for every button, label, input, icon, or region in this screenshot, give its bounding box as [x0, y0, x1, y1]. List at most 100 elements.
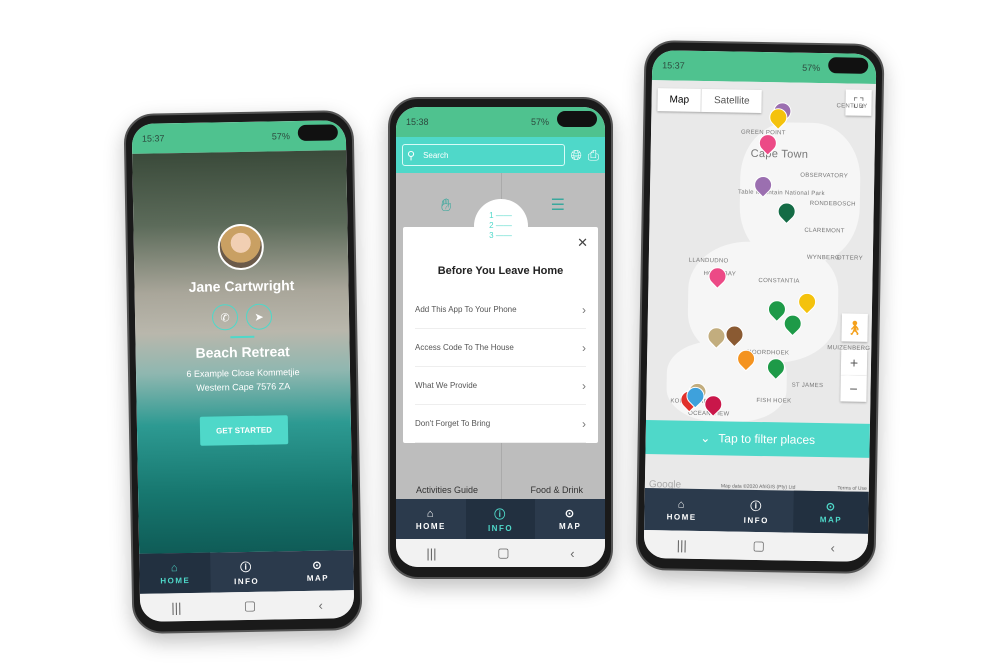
item-label: What We Provide: [415, 381, 478, 390]
camera: [828, 57, 869, 74]
item-label: Add This App To Your Phone: [415, 305, 517, 314]
recents-button[interactable]: |||: [426, 546, 436, 561]
filter-label: Tap to filter places: [718, 431, 816, 447]
item-label: Don't Forget To Bring: [415, 419, 491, 428]
divider: [230, 335, 255, 339]
phone-call-icon[interactable]: ✆: [211, 304, 239, 331]
nav-home[interactable]: ⌂ HOME: [396, 499, 466, 539]
send-icon[interactable]: ➤: [245, 303, 273, 330]
map-label: ST JAMES: [791, 382, 824, 390]
system-nav: ||| ▢ ‹: [396, 539, 605, 567]
list-item[interactable]: Don't Forget To Bring ›: [415, 405, 586, 443]
time: 15:37: [662, 60, 685, 71]
bottom-nav: ⌂ HOME ⓘ INFO ⊙ MAP: [644, 488, 869, 534]
map-pin-icon: ⊙: [825, 501, 837, 514]
recents-button[interactable]: |||: [171, 600, 181, 615]
map-label: LLANDUDNO: [688, 257, 729, 265]
top-bar: ⚲ Search 🌐︎ ⎙: [396, 137, 605, 173]
chevron-right-icon: ›: [582, 302, 586, 317]
nav-label: MAP: [306, 573, 330, 583]
nav-label: INFO: [743, 515, 769, 525]
info-icon: ⓘ: [750, 500, 763, 513]
zoom-out-button[interactable]: −: [840, 375, 867, 402]
zoom-in-button[interactable]: +: [840, 349, 868, 376]
search-icon: ⚲: [407, 149, 416, 162]
avatar: [217, 223, 265, 271]
map-label: CENTURY: [836, 103, 868, 110]
info-icon: ⓘ: [494, 508, 507, 521]
globe-icon[interactable]: 🌐︎: [571, 147, 582, 164]
map-type-toggle: Map Satellite: [657, 88, 762, 113]
street-view-icon[interactable]: 🚶︎: [841, 313, 868, 342]
list-item[interactable]: Add This App To Your Phone ›: [415, 291, 586, 329]
system-nav: ||| ▢ ‹: [139, 590, 355, 622]
map-label: WYNBERG: [806, 254, 841, 262]
nav-label: HOME: [160, 575, 191, 585]
map-label: FISH HOEK: [756, 397, 792, 405]
nav-map[interactable]: ⊙ MAP: [535, 499, 605, 539]
map-label: MUIZENBERG: [827, 345, 871, 352]
battery: 57%: [271, 131, 290, 142]
list-item[interactable]: What We Provide ›: [415, 367, 586, 405]
battery: 57%: [530, 117, 549, 127]
nav-info[interactable]: ⓘ INFO: [465, 499, 536, 539]
numbered-list-icon: 1 —— 2 —— 3 ——: [473, 199, 528, 253]
property-name: Beach Retreat: [195, 343, 290, 361]
nav-label: MAP: [819, 515, 843, 525]
nav-label: INFO: [487, 523, 514, 533]
nav-label: HOME: [415, 521, 446, 531]
nav-home[interactable]: ⌂ HOME: [139, 552, 212, 594]
home-icon: ⌂: [677, 498, 687, 511]
hero: Jane Cartwright ✆ ➤ Beach Retreat 6 Examp…: [132, 150, 354, 554]
home-button[interactable]: ▢: [244, 598, 257, 614]
info-icon: ⓘ: [240, 561, 253, 574]
bottom-nav: ⌂ HOME ⓘ INFO ⊙ MAP: [396, 499, 605, 539]
print-icon[interactable]: ⎙: [588, 147, 599, 164]
nav-map[interactable]: ⊙ MAP: [282, 550, 354, 591]
filter-places-button[interactable]: ⌄ Tap to filter places: [645, 420, 870, 458]
bottom-nav: ⌂ HOME ⓘ INFO ⊙ MAP: [139, 550, 354, 594]
map-label: OTTERY: [836, 255, 863, 262]
phone-map: 15:37 57% Map Satellite ⛶ 🚶︎ + − Google Ma…: [635, 39, 885, 575]
back-button[interactable]: ‹: [318, 597, 323, 612]
time: 15:37: [141, 133, 165, 144]
home-icon: ⌂: [170, 561, 180, 574]
search-placeholder: Search: [423, 150, 449, 160]
time: 15:38: [406, 117, 429, 127]
map-tab[interactable]: Map: [657, 88, 703, 112]
map-label: Cape Town: [750, 147, 809, 161]
chevron-down-icon: ⌄: [700, 430, 711, 446]
hand-icon: ✋︎: [441, 195, 452, 215]
chevron-right-icon: ›: [582, 416, 586, 431]
satellite-tab[interactable]: Satellite: [702, 89, 762, 113]
modal: 1 —— 2 —— 3 —— ✕ Before You Leave Home Add…: [403, 199, 598, 443]
phone-info: 15:38 57% ⚲ Search 🌐︎ ⎙ ✋︎ ☰ Activities Gui…: [388, 97, 613, 579]
phone-home: 15:37 57% Jane Cartwright ✆ ➤ Beach Retrea…: [123, 110, 363, 634]
list-item[interactable]: Access Code To The House ›: [415, 329, 586, 367]
item-label: Access Code To The House: [415, 343, 514, 352]
camera: [557, 111, 597, 127]
nav-map[interactable]: ⊙ MAP: [793, 490, 869, 534]
host-name: Jane Cartwright: [188, 277, 295, 295]
nav-label: HOME: [666, 511, 697, 522]
back-button[interactable]: ‹: [830, 540, 835, 555]
nav-info[interactable]: ⓘ INFO: [210, 551, 282, 592]
close-icon[interactable]: ✕: [577, 235, 588, 251]
map-label: RONDEBOSCH: [809, 200, 856, 208]
back-button[interactable]: ‹: [570, 546, 574, 561]
nav-label: INFO: [234, 576, 260, 586]
system-nav: ||| ▢ ‹: [643, 530, 869, 562]
home-icon: ⌂: [426, 507, 435, 520]
map-label: CONSTANTIA: [758, 277, 800, 285]
grid-label[interactable]: Food & Drink: [530, 485, 583, 495]
home-button[interactable]: ▢: [497, 545, 509, 561]
home-button[interactable]: ▢: [752, 538, 765, 554]
recents-button[interactable]: |||: [677, 537, 687, 552]
get-started-button[interactable]: GET STARTED: [199, 415, 289, 446]
nav-info[interactable]: ⓘ INFO: [719, 489, 794, 532]
address-line: Western Cape 7576 ZA: [196, 381, 291, 393]
grid-label[interactable]: Activities Guide: [416, 485, 478, 495]
chevron-right-icon: ›: [582, 378, 586, 393]
nav-home[interactable]: ⌂ HOME: [644, 488, 719, 531]
search-input[interactable]: ⚲ Search: [402, 144, 565, 166]
